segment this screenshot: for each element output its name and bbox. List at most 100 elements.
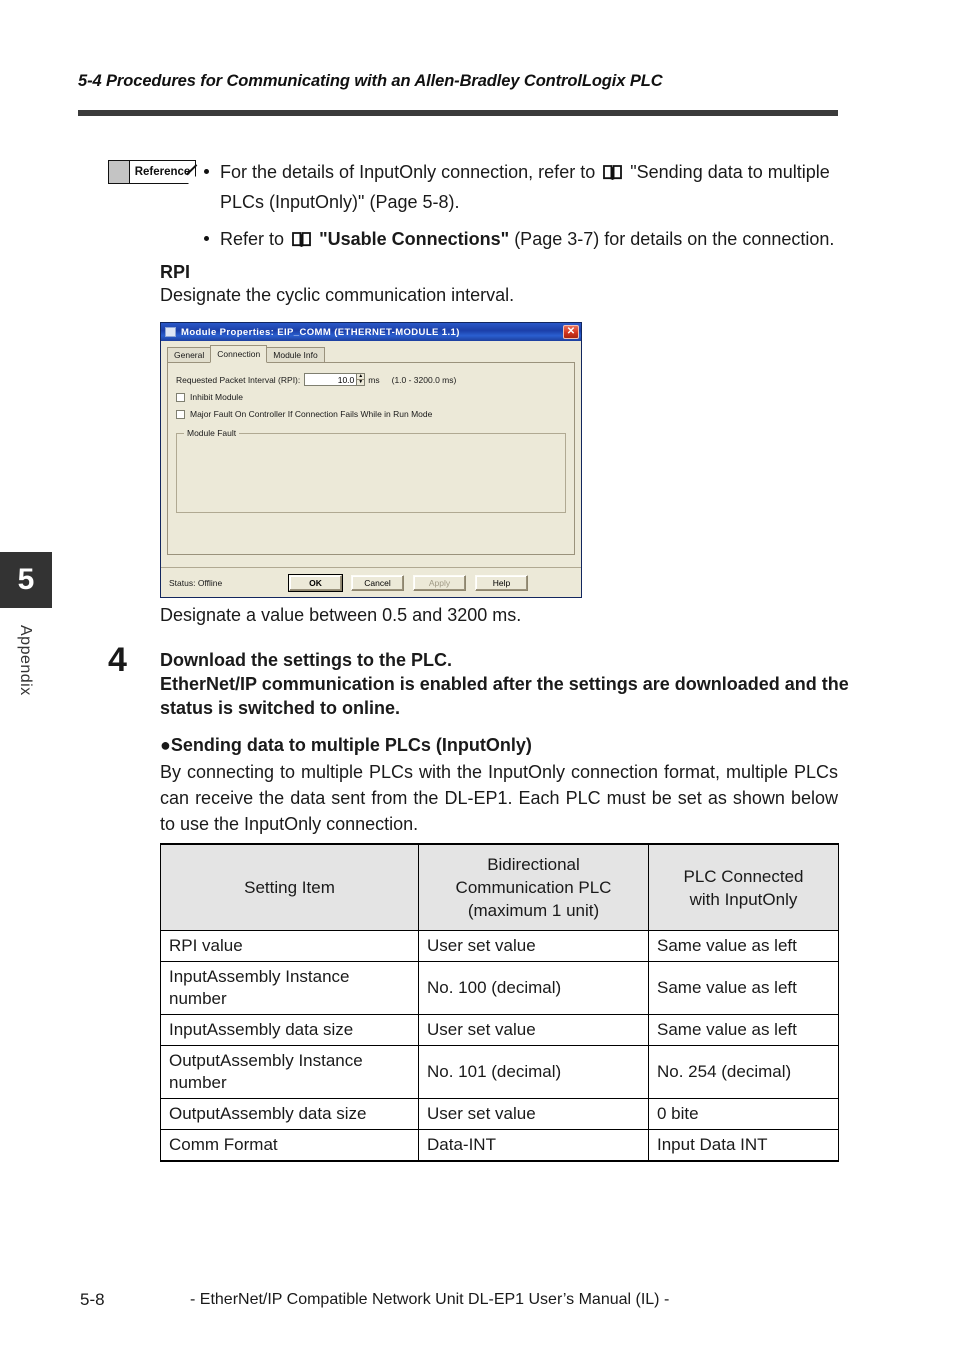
dialog-title: Module Properties: EIP_COMM (ETHERNET-MO… — [181, 326, 460, 338]
table-row: OutputAssembly data size User set value … — [160, 1098, 839, 1130]
column-header-bidirectional: Bidirectional Communication PLC (maximum… — [418, 843, 649, 931]
rpi-heading: RPI — [160, 262, 191, 282]
tab-module-info[interactable]: Module Info — [266, 347, 325, 362]
module-properties-dialog: Module Properties: EIP_COMM (ETHERNET-MO… — [160, 322, 582, 598]
rpi-input[interactable]: 10.0 — [304, 373, 357, 386]
header-line: Communication PLC — [455, 878, 612, 897]
header-line: Bidirectional — [487, 855, 580, 874]
list-item: For the details of InputOnly connection,… — [200, 158, 840, 216]
settings-table: Setting Item Bidirectional Communication… — [160, 843, 839, 1162]
close-icon[interactable]: ✕ — [563, 325, 579, 339]
reference-bullet-list: For the details of InputOnly connection,… — [200, 158, 840, 255]
help-button[interactable]: Help — [475, 574, 528, 591]
section-heading: ●Sending data to multiple PLCs (InputOnl… — [160, 735, 532, 755]
cell-inputonly: Same value as left — [648, 1014, 839, 1046]
list-item: Refer to "Usable Connections" (Page 3-7)… — [200, 225, 840, 255]
reference-badge-square-icon — [109, 161, 130, 183]
cell-bidirectional: User set value — [418, 1014, 649, 1046]
connection-tab-panel: Requested Packet Interval (RPI): 10.0 ▲ … — [167, 363, 575, 555]
bullet-dot-icon — [204, 169, 209, 174]
cell-setting-item: InputAssembly Instance number — [160, 961, 419, 1015]
book-icon — [603, 160, 623, 188]
window-icon — [165, 327, 176, 337]
checkbox-icon[interactable] — [176, 392, 185, 402]
tab-connection[interactable]: Connection — [210, 345, 268, 363]
spin-down-icon[interactable]: ▼ — [357, 380, 364, 385]
bullet-post-text: (Page 5-8). — [369, 192, 460, 212]
dialog-tabstrip: General Connection Module Info — [167, 345, 575, 363]
table-row: RPI value User set value Same value as l… — [160, 930, 839, 962]
section-body: By connecting to multiple PLCs with the … — [160, 762, 838, 834]
header-rule — [78, 110, 838, 116]
rpi-caption: Designate a value between 0.5 and 3200 m… — [160, 605, 522, 625]
chapter-tab: 5 — [0, 552, 52, 608]
step-line-2: EtherNet/IP communication is enabled aft… — [160, 674, 849, 718]
header-line: with InputOnly — [689, 889, 798, 909]
module-fault-groupbox: Module Fault — [176, 428, 566, 513]
running-header-title: 5-4 Procedures for Communicating with an… — [78, 72, 663, 90]
footer-manual-title: - EtherNet/IP Compatible Network Unit DL… — [190, 1291, 670, 1308]
column-header-setting-item: Setting Item — [160, 843, 419, 931]
dialog-footer: Status: Offline OK Cancel Apply Help — [161, 567, 581, 597]
cell-inputonly: Same value as left — [648, 930, 839, 962]
rpi-range-hint: (1.0 - 3200.0 ms) — [391, 374, 457, 385]
table-body: RPI value User set value Same value as l… — [160, 930, 839, 1162]
cell-setting-item: Comm Format — [160, 1129, 419, 1162]
dialog-title-bar: Module Properties: EIP_COMM (ETHERNET-MO… — [161, 323, 581, 341]
table-row: Comm Format Data-INT Input Data INT — [160, 1129, 839, 1162]
book-icon — [292, 227, 311, 255]
cell-setting-item: OutputAssembly data size — [160, 1098, 419, 1130]
page-fold-icon — [186, 174, 197, 185]
bullet-pre-text: Refer to — [220, 229, 285, 249]
table-row: OutputAssembly Instance number No. 101 (… — [160, 1045, 839, 1099]
cell-inputonly: 0 bite — [648, 1098, 839, 1130]
inhibit-module-checkbox-row[interactable]: Inhibit Module — [176, 392, 566, 402]
bullet-quote-text: "Usable Connections" — [319, 229, 510, 249]
cell-bidirectional: Data-INT — [418, 1129, 649, 1162]
cell-setting-item: RPI value — [160, 930, 419, 962]
table-row: InputAssembly Instance number No. 100 (d… — [160, 961, 839, 1015]
bullet-dot-icon — [204, 236, 209, 241]
major-fault-label: Major Fault On Controller If Connection … — [190, 409, 433, 419]
major-fault-checkbox-row[interactable]: Major Fault On Controller If Connection … — [176, 409, 566, 419]
document-page: 5-4 Procedures for Communicating with an… — [0, 0, 954, 1352]
running-header: 5-4 Procedures for Communicating with an… — [78, 72, 838, 91]
checkbox-icon[interactable] — [176, 409, 185, 419]
cell-bidirectional: User set value — [418, 930, 649, 962]
table-head: Setting Item Bidirectional Communication… — [160, 843, 839, 931]
rpi-description: Designate the cyclic communication inter… — [160, 285, 515, 305]
apply-button: Apply — [413, 574, 466, 591]
status-text: Status: Offline — [169, 577, 223, 588]
table-header-row: Setting Item Bidirectional Communication… — [160, 843, 839, 931]
dialog-body: General Connection Module Info Requested… — [161, 341, 581, 567]
cancel-button[interactable]: Cancel — [351, 574, 404, 591]
cell-bidirectional: No. 100 (decimal) — [418, 961, 649, 1015]
appendix-label: Appendix — [17, 625, 34, 696]
rpi-spin-buttons[interactable]: ▲ ▼ — [356, 373, 366, 386]
step-line-1: Download the settings to the PLC. — [160, 650, 452, 670]
cell-inputonly: Input Data INT — [648, 1129, 839, 1162]
page-number: 5-8 — [80, 1290, 105, 1309]
cell-bidirectional: No. 101 (decimal) — [418, 1045, 649, 1099]
bullet-post-text: (Page 3-7) for details on the connection… — [514, 229, 835, 249]
module-fault-legend: Module Fault — [184, 428, 240, 438]
header-line: Setting Item — [244, 878, 335, 897]
ok-button[interactable]: OK — [288, 573, 343, 592]
cell-inputonly: Same value as left — [648, 961, 839, 1015]
inhibit-module-label: Inhibit Module — [190, 392, 243, 402]
rpi-field-row: Requested Packet Interval (RPI): 10.0 ▲ … — [176, 373, 566, 386]
header-line: (maximum 1 unit) — [467, 901, 600, 920]
rpi-unit-label: ms — [368, 374, 380, 385]
step-body: Download the settings to the PLC. EtherN… — [160, 648, 850, 720]
bullet-pre-text: For the details of InputOnly connection,… — [220, 162, 596, 182]
rpi-stepper[interactable]: 10.0 ▲ ▼ — [304, 373, 366, 386]
column-header-inputonly: PLC Connected with InputOnly — [648, 843, 839, 931]
header-line: PLC Connected — [683, 866, 804, 886]
table-row: InputAssembly data size User set value S… — [160, 1014, 839, 1046]
step-4: 4 Download the settings to the PLC. Ethe… — [108, 643, 850, 720]
tab-general[interactable]: General — [167, 347, 212, 362]
cell-bidirectional: User set value — [418, 1098, 649, 1130]
cell-inputonly: No. 254 (decimal) — [648, 1045, 839, 1099]
step-number: 4 — [108, 641, 127, 679]
rpi-field-label: Requested Packet Interval (RPI): — [176, 374, 301, 385]
